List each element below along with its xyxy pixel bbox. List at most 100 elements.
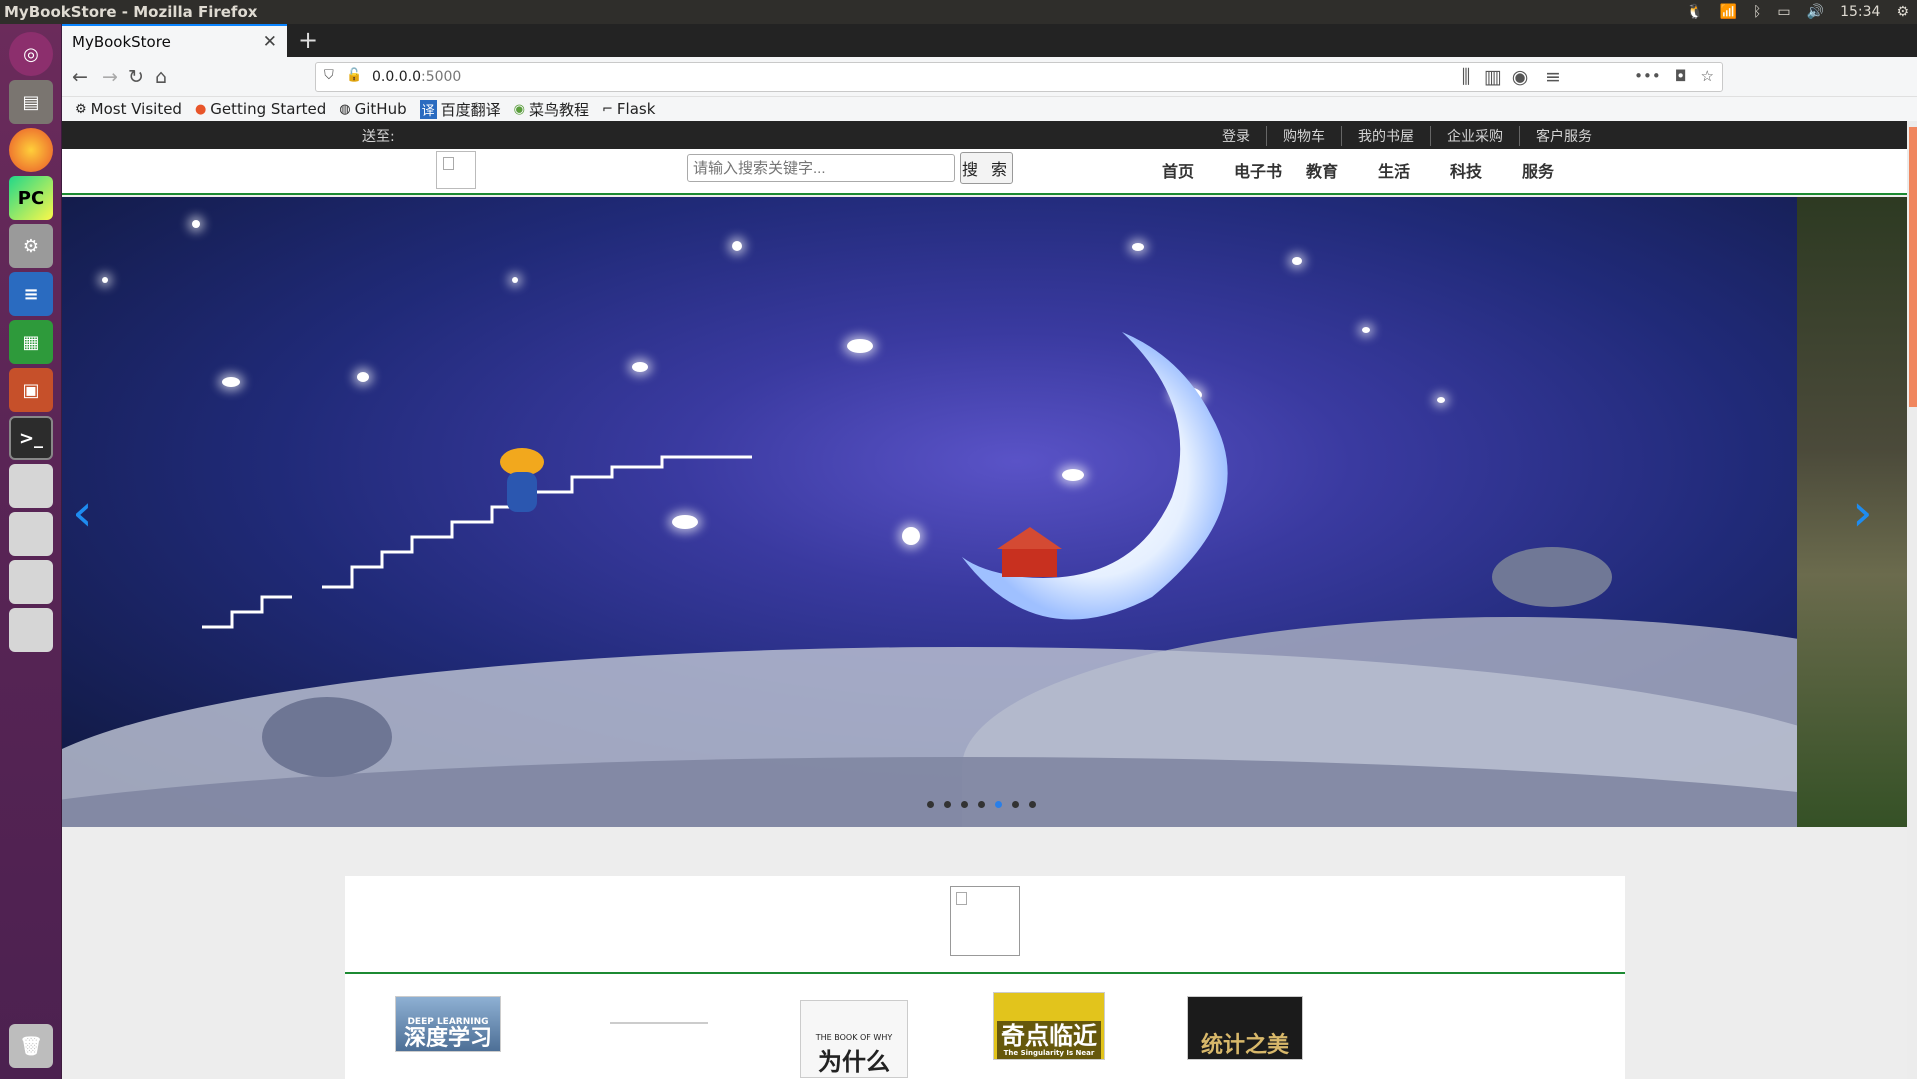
enterprise-purchase-link[interactable]: 企业采购: [1430, 126, 1519, 146]
firefox-launcher[interactable]: [5, 124, 57, 176]
star: [512, 277, 518, 283]
sidebar-button[interactable]: ▥: [1479, 63, 1507, 91]
bookmark-baidu-translate[interactable]: 译百度翻译: [419, 99, 501, 120]
carousel-dot-active[interactable]: [995, 801, 1002, 808]
scrollbar-thumb[interactable]: [1909, 127, 1917, 407]
window-title: MyBookStore - Mozilla Firefox: [4, 3, 258, 21]
close-tab-icon[interactable]: ✕: [263, 32, 277, 52]
firefox-icon: [9, 128, 53, 172]
insecure-lock-icon[interactable]: 🔓: [346, 68, 362, 83]
nav-home[interactable]: 首页: [1162, 158, 1234, 182]
book-section: DEEP LEARNING 深度学习 THE BOOK OF WHY 为什么 奇…: [345, 876, 1625, 1079]
page-scrollbar[interactable]: [1907, 121, 1917, 1079]
carousel-slide-moon-night: [62, 197, 1907, 827]
login-link[interactable]: 登录: [1206, 126, 1266, 146]
menu-button[interactable]: ≡: [1539, 63, 1567, 91]
nav-education[interactable]: 教育: [1306, 158, 1378, 182]
pycharm-icon: PC: [9, 176, 53, 220]
bluetooth-icon[interactable]: ᛒ: [1753, 4, 1761, 20]
book-cover-singularity[interactable]: 奇点临近 The Singularity Is Near: [993, 992, 1105, 1060]
book-cover-book-of-why[interactable]: THE BOOK OF WHY 为什么: [800, 1000, 908, 1078]
drive-icon: [9, 560, 53, 604]
carousel-dot[interactable]: [961, 801, 968, 808]
top-links: 登录 购物车 我的书屋 企业采购 客户服务: [1206, 126, 1608, 146]
search-input[interactable]: [687, 154, 955, 182]
nav-toolbar: ← → ↻ ⌂ ⛉ 🔓 0.0.0.0:5000 ••• ◘ ☆ ⫼ ▥ ◉ ≡: [62, 57, 1917, 97]
star: [1292, 257, 1302, 265]
my-bookshelf-link[interactable]: 我的书屋: [1341, 126, 1430, 146]
library-icon: ⫼: [1461, 66, 1471, 88]
carousel-dot[interactable]: [1012, 801, 1019, 808]
pycharm-launcher[interactable]: PC: [5, 172, 57, 224]
bookmark-flask[interactable]: ⌐ Flask: [602, 100, 655, 118]
pocket-icon[interactable]: ◘: [1675, 67, 1687, 85]
search-button[interactable]: 搜 索: [960, 152, 1013, 184]
star: [632, 362, 648, 372]
carousel-indicators: [927, 801, 1036, 808]
book-cover-deep-learning[interactable]: DEEP LEARNING 深度学习: [395, 996, 501, 1052]
tab-title: MyBookStore: [72, 32, 171, 51]
forward-button[interactable]: →: [96, 63, 124, 91]
ubuntu-dash-button[interactable]: ◎: [5, 28, 57, 80]
settings-gear-icon[interactable]: ⚙: [1896, 4, 1909, 20]
customer-service-link[interactable]: 客户服务: [1519, 126, 1608, 146]
writer-icon: ≡: [9, 272, 53, 316]
main-nav: 首页 电子书 教育 生活 科技 服务: [1162, 158, 1594, 182]
deliver-to-label[interactable]: 送至:: [362, 126, 395, 146]
image-carousel[interactable]: ‹ ›: [62, 197, 1907, 827]
drive-launcher-4[interactable]: [5, 604, 57, 656]
battery-icon[interactable]: ▭: [1777, 4, 1790, 20]
page-actions-icon[interactable]: •••: [1634, 67, 1661, 85]
impress-launcher[interactable]: ▣: [5, 364, 57, 416]
bookmark-github[interactable]: ◍ GitHub: [339, 100, 406, 118]
nav-ebooks[interactable]: 电子书: [1234, 158, 1306, 182]
settings-launcher[interactable]: ⚙: [5, 220, 57, 272]
tree-illustration: [262, 697, 392, 777]
bookmark-getting-started[interactable]: ● Getting Started: [195, 100, 326, 118]
tab-mybookstore[interactable]: MyBookStore ✕: [62, 24, 287, 57]
account-button[interactable]: ◉: [1506, 63, 1534, 91]
flask-icon: ⌐: [602, 101, 613, 117]
back-button[interactable]: ←: [66, 63, 94, 91]
tux-icon[interactable]: 🐧: [1686, 4, 1703, 20]
carousel-next-arrow-icon[interactable]: ›: [1852, 487, 1873, 539]
bookmark-runoob[interactable]: ◉ 菜鸟教程: [514, 99, 589, 120]
carousel-dot[interactable]: [927, 801, 934, 808]
nav-life[interactable]: 生活: [1378, 158, 1450, 182]
terminal-launcher[interactable]: >_: [5, 412, 57, 464]
reload-button[interactable]: ↻: [122, 63, 150, 91]
clock[interactable]: 15:34: [1840, 4, 1880, 20]
home-button[interactable]: ⌂: [147, 63, 175, 91]
book-cover-white[interactable]: [610, 1022, 708, 1024]
wifi-icon[interactable]: 📶: [1720, 4, 1737, 20]
nav-technology[interactable]: 科技: [1450, 158, 1522, 182]
runoob-icon: ◉: [513, 101, 525, 117]
star: [732, 241, 742, 251]
carousel-dot[interactable]: [1029, 801, 1036, 808]
drive-launcher-1[interactable]: [5, 460, 57, 512]
new-tab-button[interactable]: +: [294, 26, 322, 54]
forward-arrow-icon: →: [102, 66, 118, 88]
cart-link[interactable]: 购物车: [1266, 126, 1341, 146]
carousel-prev-arrow-icon[interactable]: ‹: [72, 487, 93, 539]
drive-launcher-2[interactable]: [5, 508, 57, 560]
carousel-dot[interactable]: [978, 801, 985, 808]
writer-launcher[interactable]: ≡: [5, 268, 57, 320]
volume-icon[interactable]: 🔊: [1807, 4, 1824, 20]
shield-icon[interactable]: ⛉: [324, 68, 334, 83]
files-launcher[interactable]: ▤: [5, 76, 57, 128]
site-top-bar: 送至: 登录 购物车 我的书屋 企业采购 客户服务: [62, 121, 1907, 149]
terminal-icon: >_: [9, 416, 53, 460]
book-cover-statistics[interactable]: 统计之美: [1187, 996, 1303, 1060]
tools-icon: ⚙: [9, 224, 53, 268]
drive-launcher-3[interactable]: [5, 556, 57, 608]
section-logo-broken-image[interactable]: [950, 886, 1020, 956]
bookmark-star-icon[interactable]: ☆: [1701, 67, 1714, 85]
library-button[interactable]: ⫼: [1452, 63, 1480, 91]
bookmark-most-visited[interactable]: ⚙ Most Visited: [75, 100, 182, 118]
nav-service[interactable]: 服务: [1522, 158, 1594, 182]
calc-launcher[interactable]: ▦: [5, 316, 57, 368]
site-logo-broken-image[interactable]: [436, 151, 476, 189]
trash-launcher[interactable]: 🗑: [5, 1020, 57, 1072]
carousel-dot[interactable]: [944, 801, 951, 808]
